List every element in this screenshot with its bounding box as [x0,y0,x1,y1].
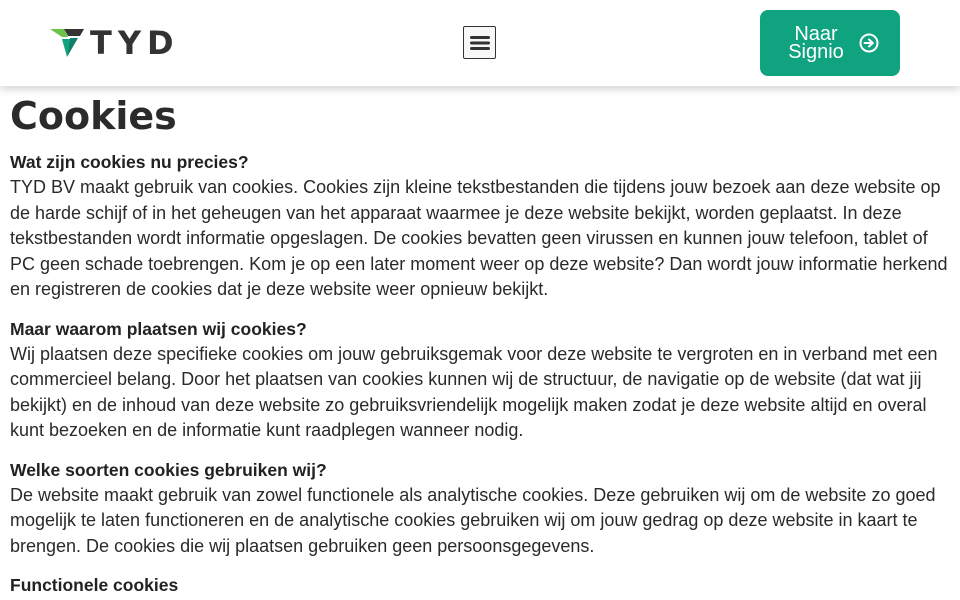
naar-signio-button[interactable]: Naar Signio [760,10,900,76]
section-what-are-cookies: Wat zijn cookies nu precies? TYD BV maak… [10,150,950,303]
section-functional-cookies: Functionele cookies [10,573,950,598]
site-header: TYD Naar Signio [0,0,960,86]
main-content: Cookies Wat zijn cookies nu precies? TYD… [10,86,950,598]
arrow-circle-right-icon [859,33,879,53]
section-title: Welke soorten cookies gebruiken wij? [10,459,327,480]
section-body: Wij plaatsen deze specifieke cookies om … [10,343,938,441]
tyd-logo-mark-icon [50,29,84,57]
page-title: Cookies [10,94,177,138]
logo-text: TYD [90,24,180,62]
menu-toggle-button[interactable] [463,26,496,59]
section-title: Functionele cookies [10,575,179,595]
section-cookie-types: Welke soorten cookies gebruiken wij? De … [10,458,950,560]
section-title: Maar waarom plaatsen wij cookies? [10,318,307,339]
section-why-cookies: Maar waarom plaatsen wij cookies? Wij pl… [10,317,950,444]
naar-signio-label: Naar Signio [788,23,844,63]
hamburger-menu-icon [469,35,490,50]
section-body: TYD BV maakt gebruik van cookies. Cookie… [10,177,948,299]
section-title: Wat zijn cookies nu precies? [10,152,249,172]
section-body: De website maakt gebruik van zowel funct… [10,484,936,556]
tyd-logo[interactable]: TYD [50,27,192,59]
